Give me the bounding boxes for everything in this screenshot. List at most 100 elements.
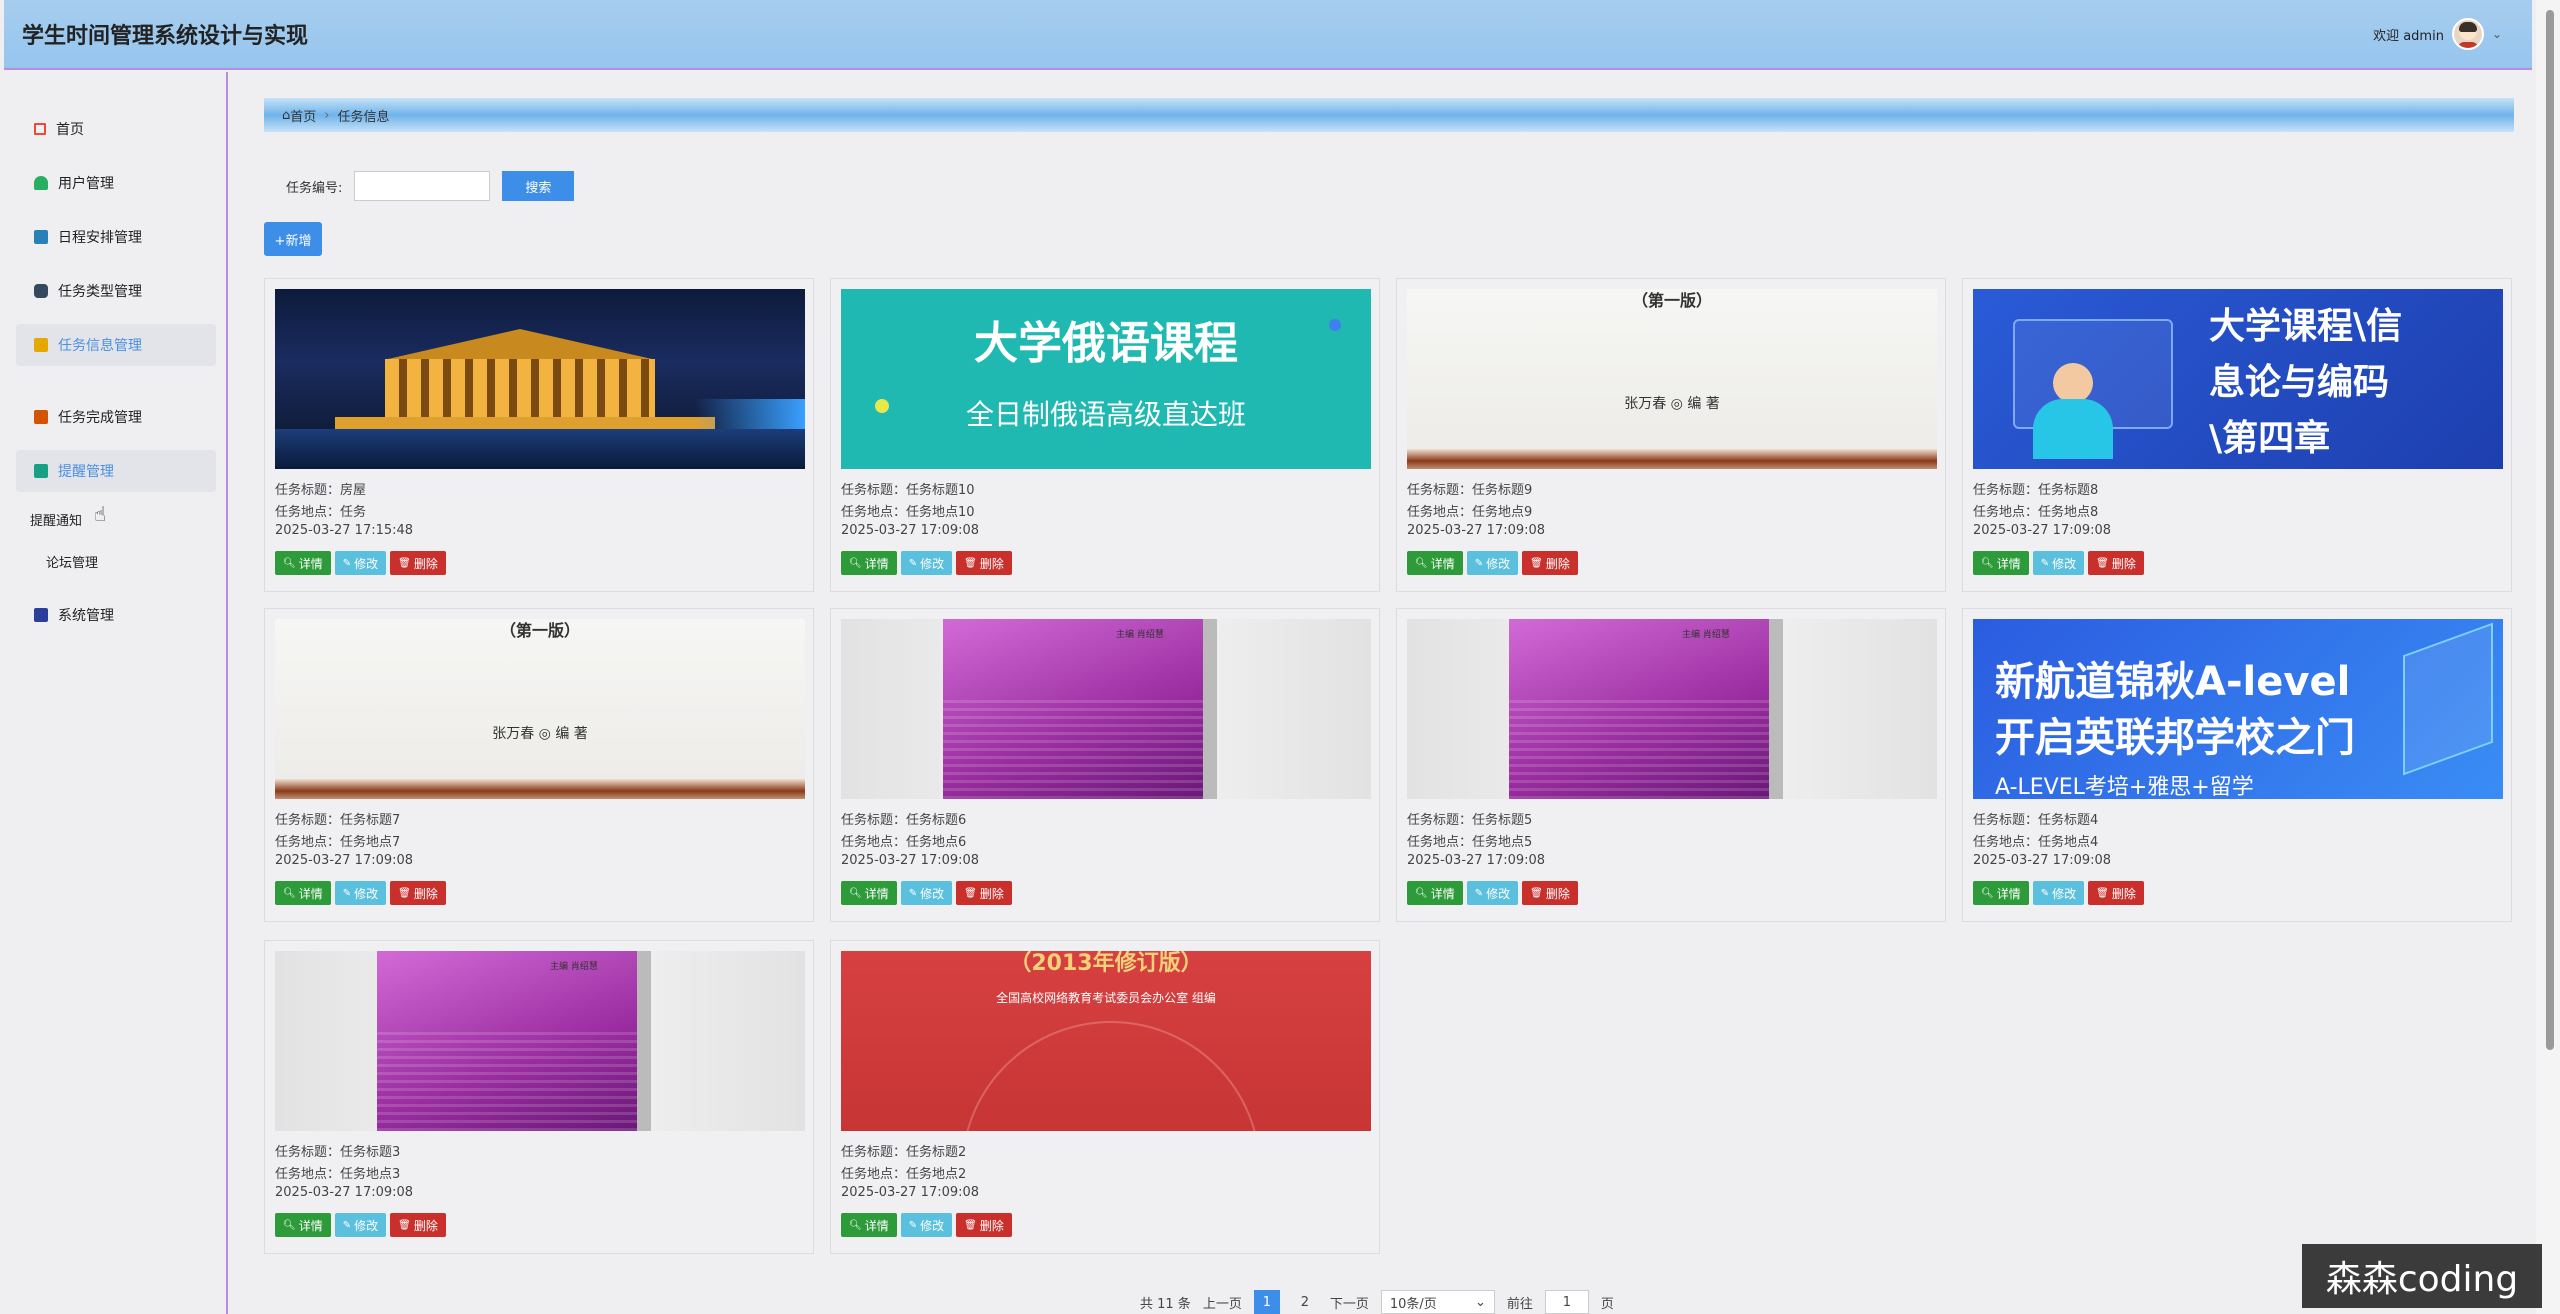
task-card: 大学俄语课程 全日制俄语高级直达班 任务标题：任务标题10 任务地点：任务地点10…	[830, 278, 1380, 592]
scrollbar-thumb[interactable]	[2546, 10, 2554, 1050]
delete-button[interactable]: 🗑︎ 删除	[1522, 881, 1578, 905]
search-button[interactable]: 搜索	[502, 171, 575, 201]
sidebar-item-system[interactable]: 系统管理	[16, 594, 216, 636]
detail-button[interactable]: 🔍︎ 详情	[1973, 881, 2029, 905]
page-2[interactable]: 2	[1292, 1290, 1318, 1314]
sidebar-item-schedule[interactable]: 日程安排管理	[16, 216, 216, 258]
sidebar-item-task-complete[interactable]: 任务完成管理	[16, 396, 216, 438]
delete-button[interactable]: 🗑︎ 删除	[956, 1213, 1012, 1237]
detail-button[interactable]: 🔍︎ 详情	[1973, 551, 2029, 575]
edit-icon: ✎	[908, 887, 918, 899]
breadcrumb-current: 任务信息	[337, 109, 390, 125]
task-title-value: 房屋	[340, 483, 367, 498]
detail-button[interactable]: 🔍︎ 详情	[275, 1213, 331, 1237]
detail-button[interactable]: 🔍︎ 详情	[275, 881, 331, 905]
complete-icon	[34, 410, 48, 424]
goto-label: 前往	[1506, 1296, 1533, 1312]
task-location-label: 任务地点：	[841, 835, 907, 850]
delete-button[interactable]: 🗑︎ 删除	[390, 881, 446, 905]
task-image: 主编 肖绍慧	[1407, 619, 1937, 799]
task-location: 任务地点：任务地点9	[1407, 501, 1532, 520]
edit-button[interactable]: ✎ 修改	[2032, 881, 2085, 905]
goto-page-input[interactable]: 1	[1544, 1290, 1589, 1314]
task-title-label: 任务标题：	[1407, 483, 1473, 498]
edit-button[interactable]: ✎ 修改	[900, 1213, 953, 1237]
user-menu[interactable]: 欢迎 admin ⌄	[2373, 14, 2502, 54]
page-size-select[interactable]: 10条/页 ⌄	[1380, 1290, 1495, 1314]
trash-icon: 🗑︎	[2096, 887, 2109, 899]
delete-button[interactable]: 🗑︎ 删除	[956, 551, 1012, 575]
detail-button[interactable]: 🔍︎ 详情	[841, 551, 897, 575]
sidebar-item-users[interactable]: 用户管理	[16, 162, 216, 204]
card-actions: 🔍︎ 详情 ✎ 修改 🗑︎ 删除	[841, 551, 1012, 575]
page-1[interactable]: 1	[1253, 1290, 1280, 1314]
task-time: 2025-03-27 17:09:08	[1973, 523, 2111, 538]
detail-button[interactable]: 🔍︎ 详情	[1407, 881, 1463, 905]
sidebar-item-task-info[interactable]: 任务信息管理	[16, 324, 216, 366]
task-title-label: 任务标题：	[275, 813, 341, 828]
edit-button[interactable]: ✎ 修改	[1466, 881, 1519, 905]
edit-button[interactable]: ✎ 修改	[2032, 551, 2085, 575]
task-title-label: 任务标题：	[841, 483, 907, 498]
welcome-text: 欢迎 admin	[2373, 28, 2444, 44]
task-title-label: 任务标题：	[275, 1145, 341, 1160]
chevron-down-icon[interactable]: ⌄	[2492, 27, 2502, 41]
edit-icon: ✎	[342, 887, 352, 899]
edit-icon: ✎	[1474, 557, 1484, 569]
detail-button[interactable]: 🔍︎ 详情	[275, 551, 331, 575]
edit-button[interactable]: ✎ 修改	[900, 881, 953, 905]
trash-icon: 🗑︎	[1530, 887, 1543, 899]
add-button[interactable]: +新增	[264, 222, 322, 256]
task-title-value: 任务标题9	[1472, 483, 1533, 498]
delete-button[interactable]: 🗑︎ 删除	[2088, 551, 2144, 575]
purple-book-image: 主编 肖绍慧	[841, 619, 1371, 799]
detail-button[interactable]: 🔍︎ 详情	[841, 881, 897, 905]
next-page-button[interactable]: 下一页	[1330, 1293, 1369, 1312]
search-icon: 🔍︎	[1415, 557, 1428, 569]
alevel-ad-image: 新航道锦秋A-level 开启英联邦学校之门 A-LEVEL考培+雅思+留学	[1973, 619, 2503, 799]
sidebar-sub-forum[interactable]: 论坛管理	[46, 552, 98, 571]
edit-button[interactable]: ✎ 修改	[1466, 551, 1519, 575]
detail-button[interactable]: 🔍︎ 详情	[841, 1213, 897, 1237]
task-location-value: 任务地点5	[1472, 835, 1533, 850]
sidebar-item-home[interactable]: 首页	[16, 108, 216, 150]
task-card: （2013年修订版） 全国高校网络教育考试委员会办公室 组编 任务标题：任务标题…	[830, 940, 1380, 1254]
task-title: 任务标题：任务标题5	[1407, 809, 1532, 828]
task-location-value: 任务地点3	[340, 1167, 401, 1182]
task-title-value: 任务标题3	[340, 1145, 401, 1160]
edit-button[interactable]: ✎ 修改	[900, 551, 953, 575]
sidebar-sub-reminder-notice[interactable]: 提醒通知	[30, 510, 82, 529]
delete-button[interactable]: 🗑︎ 删除	[390, 1213, 446, 1237]
task-title: 任务标题：任务标题3	[275, 1141, 400, 1160]
task-card: （第一版） 张万春 ◎ 编 著 任务标题：任务标题7 任务地点：任务地点7 2025…	[264, 608, 814, 922]
edit-button[interactable]: ✎ 修改	[334, 881, 387, 905]
delete-button[interactable]: 🗑︎ 删除	[2088, 881, 2144, 905]
task-image: 主编 肖绍慧	[275, 951, 805, 1131]
delete-button[interactable]: 🗑︎ 删除	[1522, 551, 1578, 575]
avatar[interactable]	[2451, 18, 2484, 50]
plus-icon: +	[274, 233, 286, 249]
delete-button[interactable]: 🗑︎ 删除	[956, 881, 1012, 905]
task-card: 新航道锦秋A-level 开启英联邦学校之门 A-LEVEL考培+雅思+留学 任…	[1962, 608, 2512, 922]
task-image	[275, 289, 805, 469]
sidebar-item-task-type[interactable]: 任务类型管理	[16, 270, 216, 312]
task-time-value: 2025-03-27 17:09:08	[275, 1185, 414, 1200]
trash-icon: 🗑︎	[964, 557, 977, 569]
delete-button[interactable]: 🗑︎ 删除	[390, 551, 446, 575]
task-image: 主编 肖绍慧	[841, 619, 1371, 799]
sidebar-item-reminder[interactable]: 提醒管理	[16, 450, 216, 492]
detail-button[interactable]: 🔍︎ 详情	[1407, 551, 1463, 575]
edit-button[interactable]: ✎ 修改	[334, 551, 387, 575]
task-title-label: 任务标题：	[841, 813, 907, 828]
prev-page-button[interactable]: 上一页	[1203, 1293, 1242, 1312]
edit-icon: ✎	[2040, 887, 2050, 899]
task-location-label: 任务地点：	[841, 1167, 907, 1182]
task-image: 新航道锦秋A-level 开启英联邦学校之门 A-LEVEL考培+雅思+留学	[1973, 619, 2503, 799]
breadcrumb-home[interactable]: 首页	[290, 106, 316, 125]
task-number-input[interactable]	[354, 171, 491, 201]
search-icon: 🔍︎	[1981, 887, 1994, 899]
task-title-value: 任务标题10	[906, 483, 975, 498]
task-time-value: 2025-03-27 17:09:08	[841, 523, 980, 538]
edit-button[interactable]: ✎ 修改	[334, 1213, 387, 1237]
task-title-value: 任务标题4	[2038, 813, 2099, 828]
